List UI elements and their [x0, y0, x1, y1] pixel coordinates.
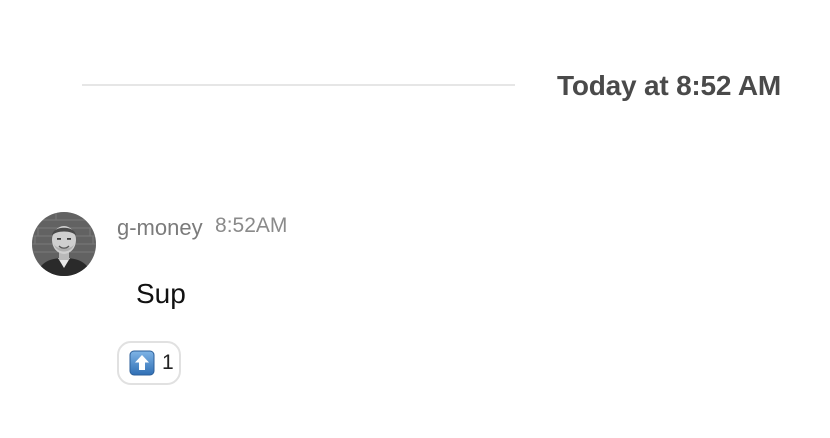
arrow-up-icon: [129, 350, 155, 376]
reaction-count: 1: [162, 351, 174, 374]
sender-name[interactable]: g-money: [117, 215, 203, 240]
day-divider-label: Today at 8:52 AM: [557, 70, 781, 101]
day-divider: Today at 8:52 AM: [0, 0, 830, 140]
message-header: g-money 8:52AM: [117, 212, 287, 240]
divider-line: [82, 84, 515, 86]
message-timestamp[interactable]: 8:52AM: [215, 214, 287, 237]
avatar-image: [32, 212, 96, 276]
message-item: g-money 8:52AM Sup 1: [0, 200, 830, 400]
message-text: Sup: [136, 278, 186, 309]
reaction-button[interactable]: 1: [117, 341, 181, 385]
avatar[interactable]: [32, 212, 96, 276]
